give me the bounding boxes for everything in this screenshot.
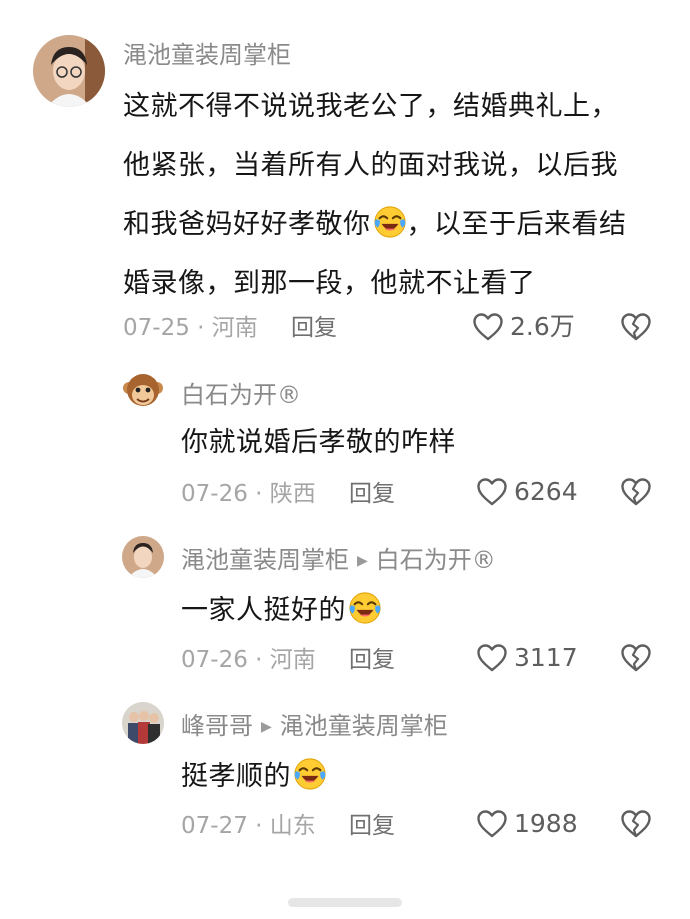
avatar[interactable] [122, 370, 164, 412]
reply-to-name[interactable]: 白石为开® [376, 546, 496, 574]
author-name[interactable]: 峰哥哥 [181, 712, 253, 740]
reply-button[interactable]: 回复 [291, 313, 337, 343]
home-indicator[interactable] [288, 898, 402, 907]
avatar[interactable] [33, 35, 105, 107]
like-count: 1988 [514, 809, 578, 838]
comment-text-line: 你就说婚后孝敬的咋样 [181, 427, 456, 458]
triangle-right-icon: ▶ [357, 553, 368, 569]
comment-meta: 07-27 · 山东 [181, 813, 316, 839]
comment-meta: 07-25 · 河南 [123, 315, 258, 341]
comment-item: 渑池童装周掌柜 这就不得不说说我老公了，结婚典礼上， 他紧张，当着所有人的面对我… [0, 0, 690, 360]
heart-outline-icon [476, 809, 508, 839]
author-name[interactable]: 渑池童装周掌柜 [123, 41, 291, 69]
laughing-crying-emoji [293, 757, 327, 791]
reply-button[interactable]: 回复 [349, 811, 395, 841]
comment-text-line: 挺孝顺的 [181, 761, 291, 792]
comment-author[interactable]: 白石为开® [181, 380, 301, 410]
like-count: 6264 [514, 477, 578, 506]
laughing-crying-emoji [373, 205, 407, 239]
like-button[interactable]: 1988 [476, 809, 578, 839]
heart-outline-icon [476, 477, 508, 507]
comment-text: 一家人挺好的 [181, 591, 382, 628]
comment-meta: 07-26 · 河南 [181, 647, 316, 673]
comment-text-line: 他紧张，当着所有人的面对我说，以后我 [123, 150, 618, 181]
avatar-image [123, 374, 163, 406]
avatar-image [33, 35, 105, 107]
reply-button[interactable]: 回复 [349, 479, 395, 509]
comment-text-line: 和我爸妈好好孝敬你 ，以至于后来看结 [123, 195, 663, 254]
comment-text-line: 这就不得不说说我老公了，结婚典礼上， [123, 91, 618, 122]
like-button[interactable]: 6264 [476, 477, 578, 507]
laughing-crying-emoji [348, 591, 382, 625]
comment-text: 你就说婚后孝敬的咋样 [181, 426, 456, 460]
comment-author[interactable]: 渑池童装周掌柜 ▶ 白石为开® [181, 545, 496, 576]
avatar[interactable] [122, 536, 164, 578]
reply-to-name[interactable]: 渑池童装周掌柜 [280, 712, 448, 740]
comment-text: 挺孝顺的 [181, 757, 327, 794]
comment-meta: 07-26 · 陕西 [181, 481, 316, 507]
comment-text-line: 婚录像，到那一段，他就不让看了 [123, 268, 536, 299]
author-name[interactable]: 渑池童装周掌柜 [181, 546, 349, 574]
avatar[interactable] [122, 702, 164, 744]
broken-heart-icon[interactable] [620, 477, 652, 507]
author-name[interactable]: 白石为开® [181, 381, 301, 409]
like-count: 2.6万 [510, 312, 575, 341]
comment-author[interactable]: 渑池童装周掌柜 [123, 40, 291, 70]
avatar-image [122, 536, 164, 578]
comment-text-line: 一家人挺好的 [181, 595, 346, 626]
reply-item: 渑池童装周掌柜 ▶ 白石为开® 一家人挺好的 07-26 · 河南 回复 3117 [0, 525, 690, 691]
broken-heart-icon[interactable] [620, 643, 652, 673]
like-button[interactable]: 2.6万 [472, 312, 575, 342]
comment-text: 这就不得不说说我老公了，结婚典礼上， 他紧张，当着所有人的面对我说，以后我 和我… [123, 77, 663, 313]
like-count: 3117 [514, 643, 578, 672]
broken-heart-icon[interactable] [620, 809, 652, 839]
reply-item: 峰哥哥 ▶ 渑池童装周掌柜 挺孝顺的 07-27 · 山东 回复 1988 [0, 691, 690, 871]
reply-button[interactable]: 回复 [349, 645, 395, 675]
heart-outline-icon [476, 643, 508, 673]
reply-item: 白石为开® 你就说婚后孝敬的咋样 07-26 · 陕西 回复 6264 [0, 360, 690, 525]
avatar-image [122, 702, 164, 744]
heart-outline-icon [472, 312, 504, 342]
comment-author[interactable]: 峰哥哥 ▶ 渑池童装周掌柜 [181, 711, 448, 742]
broken-heart-icon[interactable] [620, 312, 652, 342]
like-button[interactable]: 3117 [476, 643, 578, 673]
triangle-right-icon: ▶ [261, 719, 272, 735]
